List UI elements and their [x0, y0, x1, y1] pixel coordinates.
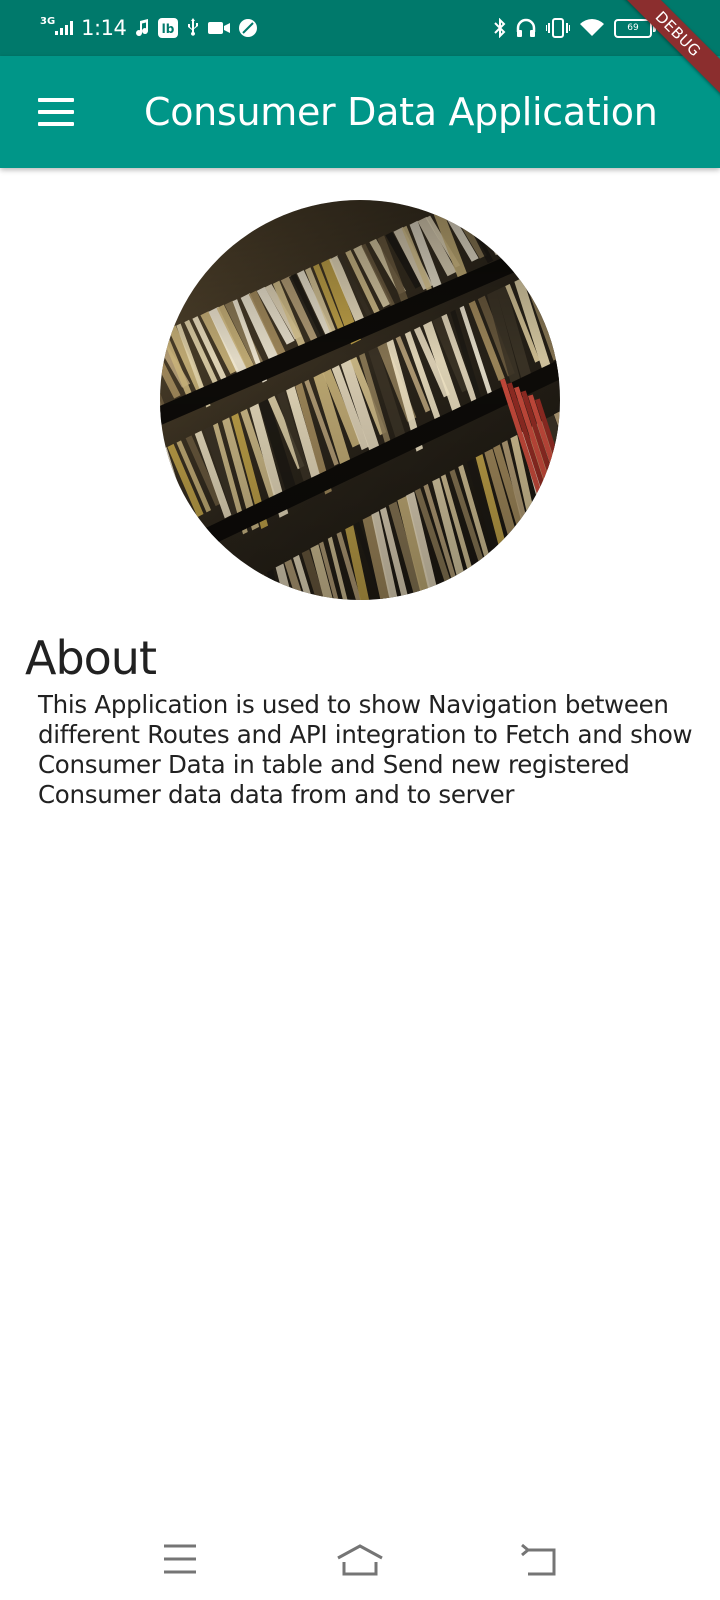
record-sleeve	[232, 587, 244, 600]
battery-level: 69	[627, 22, 639, 33]
home-icon[interactable]	[330, 1540, 390, 1580]
record-sleeve	[240, 581, 255, 600]
record-sleeve	[216, 597, 224, 600]
menu-line	[38, 110, 74, 114]
network-type-label: 3G	[40, 15, 56, 27]
about-heading: About	[25, 631, 157, 685]
leaf-icon	[239, 19, 258, 37]
wifi-icon	[580, 19, 604, 36]
status-time: 1:14	[81, 16, 127, 40]
music-note-icon	[136, 19, 149, 37]
menu-line	[38, 98, 74, 102]
hamburger-menu-icon[interactable]	[38, 98, 74, 126]
recents-icon[interactable]	[150, 1540, 210, 1580]
record-sleeve	[160, 512, 175, 563]
app-notification-icon: lb	[158, 18, 179, 38]
vibrate-icon	[546, 18, 570, 38]
about-description: This Application is used to show Navigat…	[38, 690, 693, 809]
record-sleeve	[223, 593, 231, 600]
status-bar-left: 3G 1:14 lb	[40, 14, 258, 42]
back-icon[interactable]	[510, 1540, 570, 1580]
headphones-icon	[516, 18, 536, 37]
usb-icon	[188, 18, 199, 36]
vinyl-records-illustration	[160, 200, 560, 600]
record-sleeve	[550, 260, 560, 287]
menu-line	[38, 122, 74, 126]
svg-text:lb: lb	[162, 22, 175, 36]
system-nav-bar	[0, 1520, 720, 1600]
video-icon	[208, 22, 231, 34]
vinyl-records-image	[160, 200, 560, 600]
signal-icon	[55, 21, 74, 35]
battery-icon: 69	[614, 18, 656, 38]
app-title: Consumer Data Application	[144, 90, 658, 134]
status-bar: 3G 1:14 lb 69	[0, 0, 720, 56]
bluetooth-icon	[494, 18, 506, 38]
app-bar: Consumer Data Application	[0, 56, 720, 168]
